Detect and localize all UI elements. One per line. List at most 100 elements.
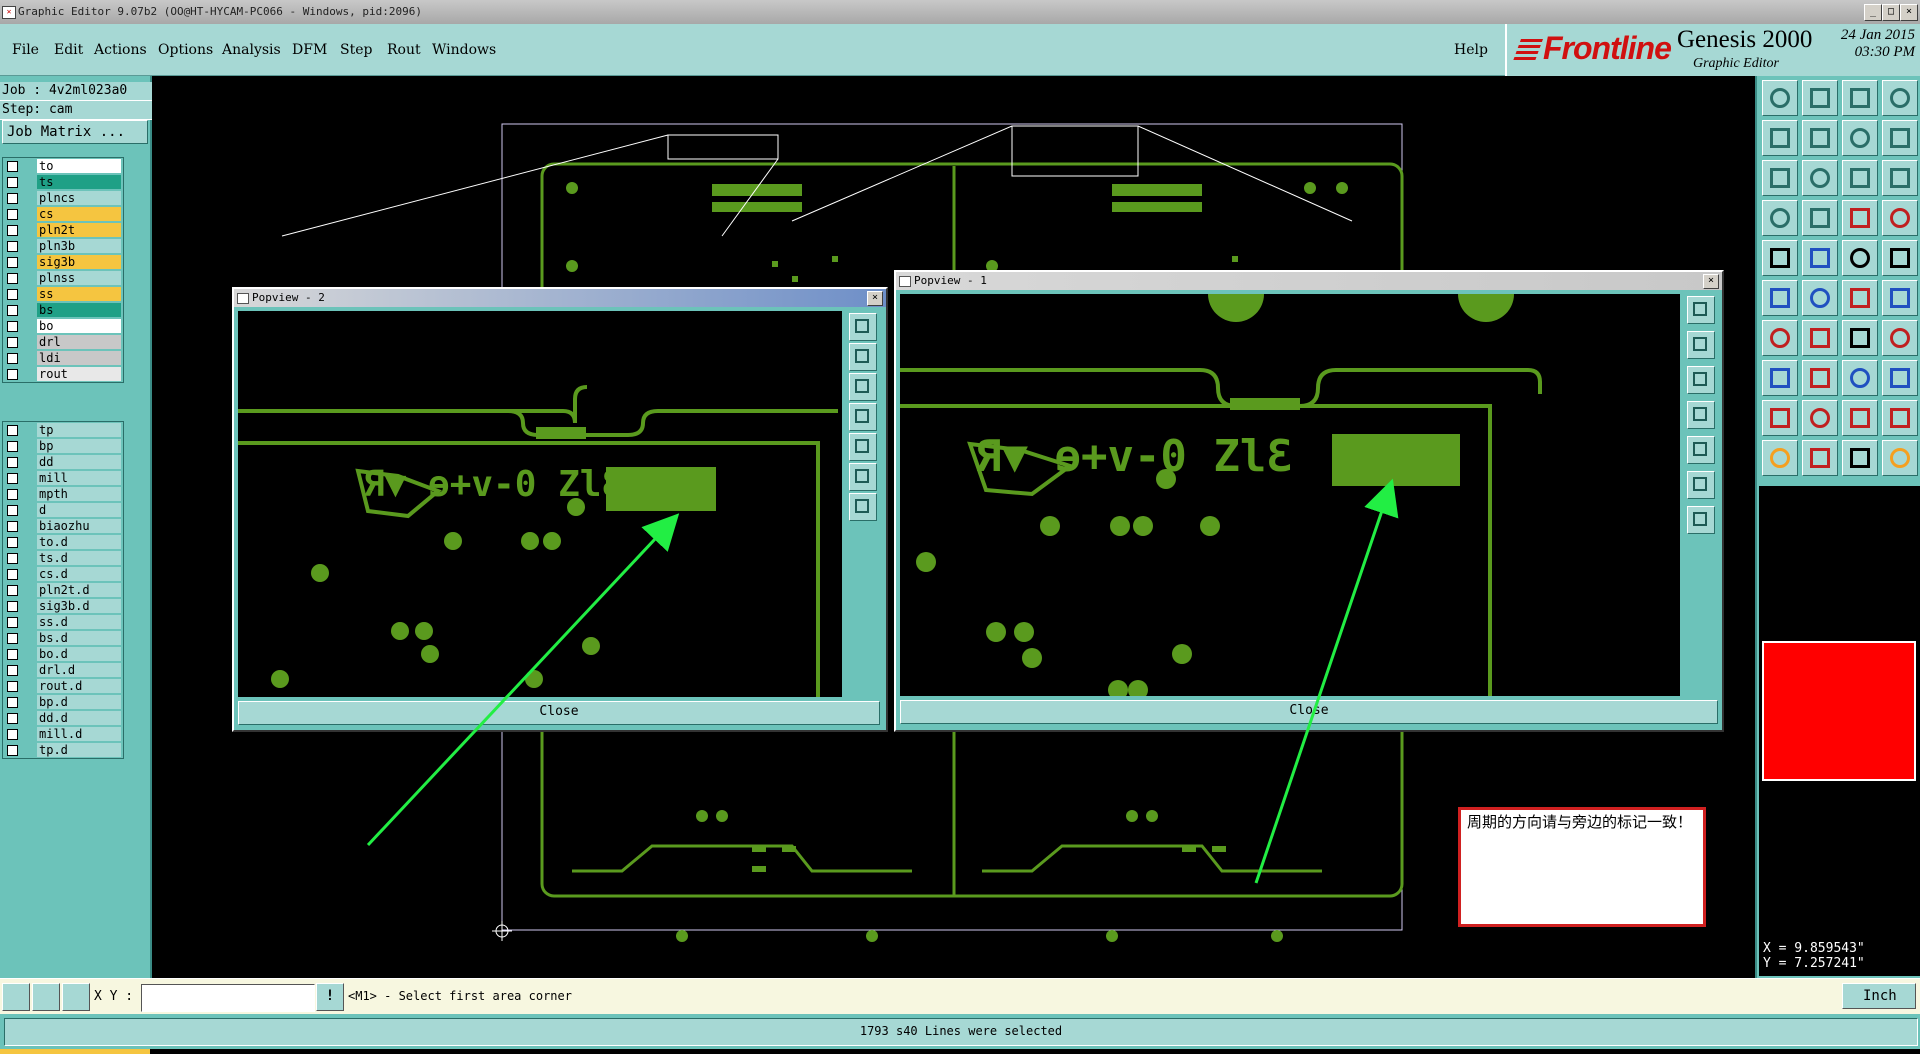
layer-row[interactable]: dd [3,454,123,470]
highlight-icon[interactable] [1802,240,1838,276]
slash-icon[interactable] [1802,320,1838,356]
layer-checkbox[interactable] [7,553,18,564]
layer-checkbox[interactable] [7,713,18,724]
popview-1-close-icon[interactable]: × [1703,274,1719,289]
layer-checkbox[interactable] [7,649,18,660]
layer-checkbox[interactable] [7,257,18,268]
layer-name[interactable]: pln3b [37,239,121,253]
layer-row[interactable]: bo.d [3,646,123,662]
grid-icon[interactable] [1802,200,1838,236]
layer-row[interactable]: ts [3,174,123,190]
layer-checkbox[interactable] [7,617,18,628]
text-c-icon[interactable] [1882,400,1918,436]
popview-move-down-icon[interactable] [1687,366,1715,394]
layer-checkbox[interactable] [7,425,18,436]
layer-row[interactable]: drl.d [3,662,123,678]
layer-checkbox[interactable] [7,209,18,220]
layer-icon[interactable] [1842,200,1878,236]
minimize-button[interactable]: _ [1864,4,1882,21]
layer-checkbox[interactable] [7,697,18,708]
popview-zoom-in-icon[interactable] [849,463,877,491]
menu-actions[interactable]: Actions [94,42,147,58]
popview-2-close-icon[interactable]: × [867,291,883,306]
arc-icon[interactable] [1842,320,1878,356]
layer-checkbox[interactable] [7,521,18,532]
open-step-icon[interactable] [1762,80,1798,116]
layer-row[interactable]: d [3,502,123,518]
text-a-icon[interactable] [1802,400,1838,436]
layer-checkbox[interactable] [7,489,18,500]
layer-row[interactable]: ldi [3,350,123,366]
layer-row[interactable]: pln3b [3,238,123,254]
layer-name[interactable]: bp [37,439,121,453]
layer-name[interactable]: to.d [37,535,121,549]
layer-checkbox[interactable] [7,225,18,236]
connect-icon[interactable] [1882,280,1918,316]
layer-checkbox[interactable] [7,633,18,644]
layer-checkbox[interactable] [7,729,18,740]
snap-mode-icon[interactable] [2,983,30,1011]
layer-name[interactable]: bp.d [37,695,121,709]
popview-move-down-icon[interactable] [849,373,877,401]
home-icon[interactable] [1842,80,1878,116]
layer-name[interactable]: cs [37,207,121,221]
cross-icon[interactable] [1802,280,1838,316]
layer-row[interactable]: sig3b.d [3,598,123,614]
layer-row[interactable]: ss.d [3,614,123,630]
menu-help[interactable]: Help [1454,42,1488,58]
layer-name[interactable]: dd.d [37,711,121,725]
line-icon[interactable] [1762,320,1798,356]
popview-2-close-button[interactable]: Close [238,701,880,725]
layer-checkbox[interactable] [7,457,18,468]
layer-name[interactable]: sig3b [37,255,121,269]
layer-row[interactable]: drl [3,334,123,350]
menu-rout[interactable]: Rout [387,42,421,58]
popview-2-view[interactable]: Я▼ ɘ+v-0 ZlƐ [238,311,842,697]
layer-checkbox[interactable] [7,569,18,580]
layer-name[interactable]: biaozhu [37,519,121,533]
popview-move-right-icon[interactable] [1687,436,1715,464]
layer-row[interactable]: to [3,158,123,174]
layer-row[interactable]: to.d [3,534,123,550]
point-icon[interactable] [1842,280,1878,316]
window-icon[interactable] [1882,80,1918,116]
popview-move-up-icon[interactable] [849,343,877,371]
snap-icon[interactable] [1762,200,1798,236]
layer-checkbox[interactable] [7,193,18,204]
layer-checkbox[interactable] [7,337,18,348]
triangle-icon[interactable] [1762,400,1798,436]
layer-row[interactable]: sig3b [3,254,123,270]
layer-name[interactable]: drl.d [37,663,121,677]
select-icon[interactable] [1762,240,1798,276]
layer-row[interactable]: ss [3,286,123,302]
redo-icon[interactable] [1882,120,1918,156]
layer-checkbox[interactable] [7,177,18,188]
layer-row[interactable]: pln2t [3,222,123,238]
move-left-icon[interactable] [1762,120,1798,156]
layer-checkbox[interactable] [7,473,18,484]
layer-row[interactable]: pln2t.d [3,582,123,598]
layer-checkbox[interactable] [7,441,18,452]
layer-name[interactable]: ss.d [37,615,121,629]
layer-checkbox[interactable] [7,353,18,364]
units-select[interactable]: Inch [1842,983,1916,1009]
layer-checkbox[interactable] [7,369,18,380]
layer-checkbox[interactable] [7,665,18,676]
layer-name[interactable]: pln2t.d [37,583,121,597]
popview-move-right-icon[interactable] [849,433,877,461]
layer-row[interactable]: mill [3,470,123,486]
pad-icon[interactable] [1882,240,1918,276]
popview-zoom-out-icon[interactable] [1687,506,1715,534]
layer-row[interactable]: bs [3,302,123,318]
layer-checkbox[interactable] [7,305,18,316]
layer-name[interactable]: ts [37,175,121,189]
popview-zoom-home-icon[interactable] [849,313,877,341]
layer-checkbox[interactable] [7,585,18,596]
ruler-icon[interactable] [1842,240,1878,276]
layer-checkbox[interactable] [7,537,18,548]
grid-mode-icon[interactable] [62,983,90,1011]
layer-row[interactable]: cs.d [3,566,123,582]
layer-name[interactable]: sig3b.d [37,599,121,613]
layer-row[interactable]: cs [3,206,123,222]
cursor-box-icon[interactable] [1802,440,1838,476]
